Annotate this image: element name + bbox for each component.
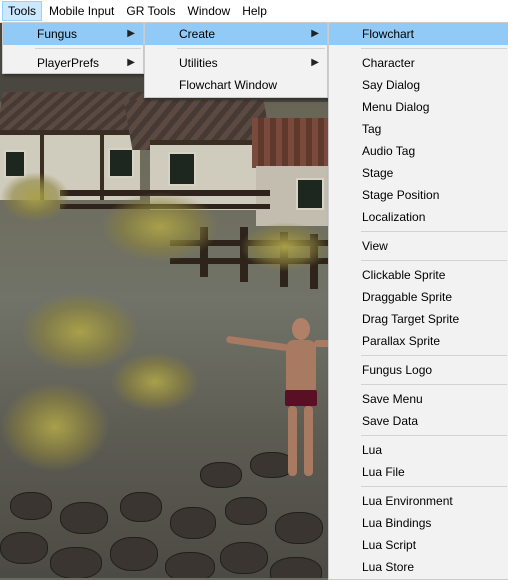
cobblestone [200, 462, 242, 488]
chevron-right-icon: ▶ [311, 57, 319, 68]
cobblestone [275, 512, 323, 544]
menu-item-draggable-sprite[interactable]: Draggable Sprite [329, 286, 508, 308]
cobblestone [0, 532, 48, 564]
menu-item-lua-script[interactable]: Lua Script [329, 534, 508, 556]
house-window [168, 152, 196, 186]
menu-item-utilities[interactable]: Utilities ▶ [145, 52, 327, 74]
grass-patch [240, 222, 330, 272]
cobblestone [170, 507, 216, 539]
menu-item-label: Flowchart Window [179, 78, 278, 92]
menu-item-fungus-logo[interactable]: Fungus Logo [329, 359, 508, 381]
menubar: Tools Mobile Input GR Tools Window Help [0, 0, 508, 23]
cobblestone [120, 492, 162, 522]
grass-patch [0, 172, 70, 222]
menu-item-label: Utilities [179, 56, 218, 70]
menu-separator [361, 384, 507, 385]
menu-item-tag[interactable]: Tag [329, 118, 508, 140]
menu-item-playerprefs[interactable]: PlayerPrefs ▶ [3, 52, 143, 74]
character-head [292, 318, 310, 340]
menubar-mobile-input[interactable]: Mobile Input [44, 1, 119, 21]
menu-item-lua-store[interactable]: Lua Store [329, 556, 508, 578]
character-body [286, 340, 316, 392]
house-window [108, 148, 134, 178]
character-leg-left [288, 406, 297, 476]
menu-item-say-dialog[interactable]: Say Dialog [329, 74, 508, 96]
menu-item-save-data[interactable]: Save Data [329, 410, 508, 432]
menu-item-audio-tag[interactable]: Audio Tag [329, 140, 508, 162]
menubar-gr-tools[interactable]: GR Tools [121, 1, 180, 21]
menu-item-stage-position[interactable]: Stage Position [329, 184, 508, 206]
menu-item-fungus[interactable]: Fungus ▶ [3, 23, 143, 45]
menu-item-stage[interactable]: Stage [329, 162, 508, 184]
character-arm-left [225, 335, 289, 352]
menu-item-clickable-sprite[interactable]: Clickable Sprite [329, 264, 508, 286]
cobblestone [220, 542, 268, 574]
menu-item-save-menu[interactable]: Save Menu [329, 388, 508, 410]
grass-patch [100, 192, 220, 262]
menu-item-lua-environment[interactable]: Lua Environment [329, 490, 508, 512]
character-leg-right [304, 406, 313, 476]
grass-patch [110, 352, 200, 412]
menu-item-lua[interactable]: Lua [329, 439, 508, 461]
chevron-right-icon: ▶ [127, 28, 135, 39]
menu-separator [177, 48, 325, 49]
menu-separator [361, 355, 507, 356]
menu-separator [361, 486, 507, 487]
menu-item-localization[interactable]: Localization [329, 206, 508, 228]
menubar-tools[interactable]: Tools [2, 1, 43, 21]
cobblestone [50, 547, 102, 578]
menu-item-parallax-sprite[interactable]: Parallax Sprite [329, 330, 508, 352]
menubar-window[interactable]: Window [183, 1, 236, 21]
menubar-help[interactable]: Help [237, 1, 272, 21]
create-submenu: Flowchart Character Say Dialog Menu Dial… [328, 22, 508, 580]
tools-menu: Fungus ▶ PlayerPrefs ▶ [2, 22, 144, 74]
menu-item-create[interactable]: Create ▶ [145, 23, 327, 45]
menu-item-flowchart[interactable]: Flowchart [329, 23, 508, 45]
cobblestone [225, 497, 267, 525]
menu-item-label: Fungus [37, 27, 78, 41]
menu-item-lua-file[interactable]: Lua File [329, 461, 508, 483]
menu-item-character[interactable]: Character [329, 52, 508, 74]
cobblestone [60, 502, 108, 534]
chevron-right-icon: ▶ [311, 28, 319, 39]
grass-patch [0, 382, 110, 472]
cobblestone [270, 557, 322, 578]
menu-item-label: PlayerPrefs [37, 56, 100, 70]
menu-separator [361, 260, 507, 261]
menu-separator [361, 435, 507, 436]
menu-item-menu-dialog[interactable]: Menu Dialog [329, 96, 508, 118]
cobblestone [165, 552, 215, 578]
menu-item-label: Create [179, 27, 216, 41]
chevron-right-icon: ▶ [127, 57, 135, 68]
menu-separator [35, 48, 141, 49]
fungus-submenu: Create ▶ Utilities ▶ Flowchart Window [144, 22, 328, 98]
house-roof-right [252, 118, 332, 168]
house-beam [150, 140, 260, 145]
house-beam [0, 130, 140, 135]
menu-separator [361, 231, 507, 232]
menu-item-view[interactable]: View [329, 235, 508, 257]
cobblestone [10, 492, 52, 520]
menu-item-flowchart-window[interactable]: Flowchart Window [145, 74, 327, 96]
menu-separator [361, 48, 507, 49]
character-shorts [285, 390, 317, 406]
menu-item-lua-bindings[interactable]: Lua Bindings [329, 512, 508, 534]
house-window [296, 178, 324, 210]
menu-item-drag-target-sprite[interactable]: Drag Target Sprite [329, 308, 508, 330]
cobblestone [110, 537, 158, 571]
